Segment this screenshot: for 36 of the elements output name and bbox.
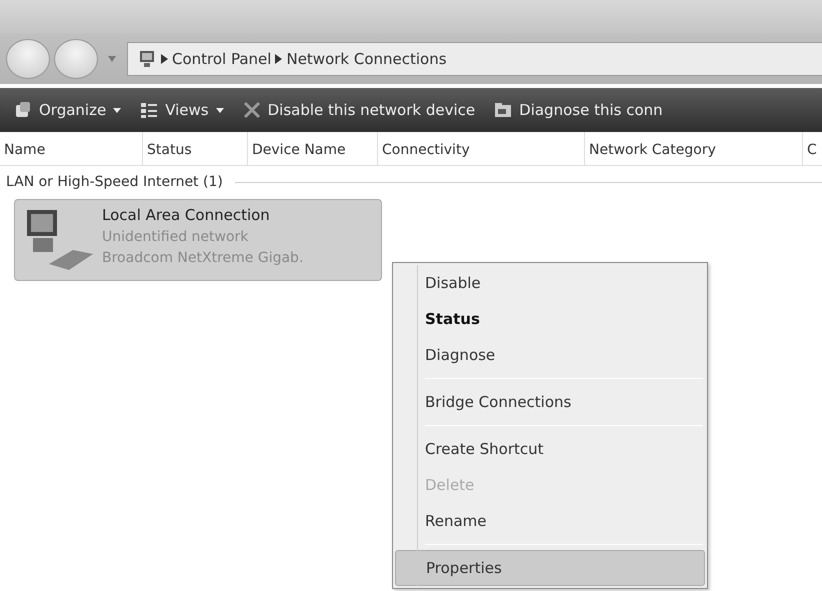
x-icon (242, 101, 261, 119)
toolbar-button[interactable]: Organize (8, 96, 128, 124)
device-name: Broadcom NetXtreme Gigab. (102, 248, 304, 268)
column-header[interactable]: Connectivity (378, 132, 585, 165)
address-bar[interactable]: Control Panel Network Connections (126, 42, 822, 76)
connection-status: Unidentified network (102, 228, 250, 246)
column-header[interactable]: Name (0, 132, 143, 165)
folder-icon (494, 101, 512, 119)
forward-button[interactable] (54, 39, 98, 79)
organize-icon (14, 101, 32, 119)
group-header: LAN or High-Speed Internet (1) (5, 173, 224, 192)
caret-icon[interactable] (108, 56, 116, 62)
column-header[interactable]: C (803, 132, 822, 165)
column-header[interactable]: Device Name (248, 132, 378, 165)
menu-item[interactable]: Diagnose (395, 337, 705, 373)
connection-name: Local Area Connection (102, 205, 271, 226)
toolbar-button[interactable]: Disable this network device (236, 96, 482, 124)
menu-item[interactable]: Rename (395, 503, 705, 539)
menu-item[interactable]: Bridge Connections (395, 384, 705, 420)
caret-icon (216, 108, 224, 112)
chevron-icon (275, 54, 282, 64)
column-header[interactable]: Status (143, 132, 248, 165)
back-button[interactable] (6, 39, 50, 79)
menu-item[interactable]: Status (395, 301, 705, 337)
column-header[interactable]: Network Category (585, 132, 803, 165)
breadcrumb-item[interactable]: Network Connections (282, 48, 451, 70)
menu-item[interactable]: Properties (395, 550, 705, 586)
toolbar-button[interactable]: Views (134, 96, 230, 124)
breadcrumb-item[interactable]: Control Panel (168, 48, 276, 70)
menu-item[interactable]: Create Shortcut (395, 431, 705, 467)
views-icon (140, 101, 158, 119)
toolbar-button[interactable]: Diagnose this conn (488, 96, 669, 124)
menu-item[interactable]: Disable (395, 265, 705, 301)
caret-icon (113, 108, 122, 112)
chevron-icon (161, 54, 168, 64)
connection-item[interactable]: Local Area Connection Unidentified network Broadcom NetXtreme Gigab. (14, 199, 382, 281)
